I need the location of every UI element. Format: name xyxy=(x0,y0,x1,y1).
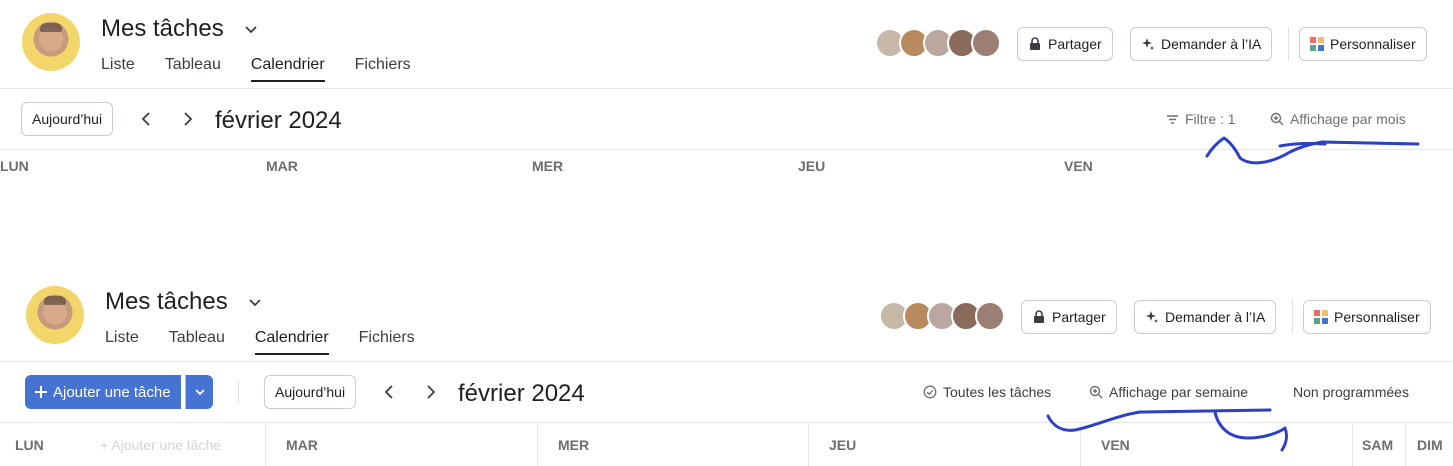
day-header: SAM xyxy=(1362,437,1394,453)
project-tabs: Liste Tableau Calendrier Fichiers xyxy=(105,329,415,355)
view-mode-label: Affichage par semaine xyxy=(1109,384,1249,400)
customize-button[interactable]: Personnaliser xyxy=(1303,300,1431,334)
check-circle-icon xyxy=(923,385,937,399)
day-header: MAR xyxy=(266,158,298,174)
day-header: LUN xyxy=(15,437,44,453)
day-header: MER xyxy=(558,437,590,453)
toolbar-divider xyxy=(238,381,239,403)
tab-fichiers[interactable]: Fichiers xyxy=(359,329,415,355)
day-header: JEU xyxy=(829,437,857,453)
project-tabs: Liste Tableau Calendrier Fichiers xyxy=(101,56,411,82)
column-divider xyxy=(1080,423,1081,466)
add-task-button[interactable]: Ajouter une tâche xyxy=(25,375,181,409)
customize-label: Personnaliser xyxy=(1330,36,1416,52)
header-divider xyxy=(1288,27,1289,61)
filter-label: Filtre : 1 xyxy=(1185,111,1236,127)
user-avatar[interactable] xyxy=(26,286,84,344)
tab-tableau[interactable]: Tableau xyxy=(165,56,221,82)
view-mode-button[interactable]: Affichage par semaine xyxy=(1089,384,1248,400)
today-button[interactable]: Aujourd’hui xyxy=(264,375,357,409)
sparkle-icon xyxy=(1146,311,1158,323)
tab-fichiers[interactable]: Fichiers xyxy=(355,56,411,82)
zoom-icon xyxy=(1089,385,1103,399)
add-task-dropdown[interactable] xyxy=(185,375,213,409)
plus-icon: + xyxy=(100,437,112,453)
toolbar-divider-line xyxy=(0,149,1453,150)
chevron-down-icon[interactable] xyxy=(247,294,263,310)
day-header: VEN xyxy=(1064,158,1093,174)
column-divider xyxy=(808,423,809,466)
tab-liste[interactable]: Liste xyxy=(101,56,135,82)
add-task-placeholder[interactable]: + Ajouter une tâche xyxy=(100,437,221,453)
share-button[interactable]: Partager xyxy=(1021,300,1117,334)
project-title: Mes tâches xyxy=(105,288,228,315)
share-label: Partager xyxy=(1048,36,1102,52)
customize-label: Personnaliser xyxy=(1334,309,1420,325)
day-header: JEU xyxy=(798,158,826,174)
chevron-left-icon[interactable] xyxy=(137,109,157,129)
header-divider-line xyxy=(0,88,1453,89)
month-label: février 2024 xyxy=(458,380,585,407)
view-mode-button[interactable]: Affichage par mois xyxy=(1270,111,1406,127)
lock-icon xyxy=(1034,310,1044,323)
customize-grid-icon xyxy=(1314,310,1328,324)
chevron-down-icon xyxy=(194,389,205,396)
customize-grid-icon xyxy=(1310,37,1324,51)
filter-button[interactable]: Filtre : 1 xyxy=(1166,111,1236,127)
calendar-panel-week-view: Mes tâches Liste Tableau Calendrier Fich… xyxy=(0,273,1453,466)
header-divider-line xyxy=(0,361,1453,362)
month-label: février 2024 xyxy=(215,107,342,134)
ask-ai-label: Demander à l’IA xyxy=(1165,309,1266,325)
column-divider xyxy=(537,423,538,466)
avatar xyxy=(975,301,1005,331)
ask-ai-button[interactable]: Demander à l’IA xyxy=(1134,300,1277,334)
unscheduled-button[interactable]: Non programmées xyxy=(1293,384,1409,400)
lock-icon xyxy=(1030,37,1040,50)
member-avatars[interactable] xyxy=(875,28,1001,58)
day-header: MER xyxy=(532,158,564,174)
calendar-panel-month-view: Mes tâches Liste Tableau Calendrier Fich… xyxy=(0,0,1453,235)
day-header: MAR xyxy=(286,437,318,453)
tab-liste[interactable]: Liste xyxy=(105,329,139,355)
unscheduled-label: Non programmées xyxy=(1293,384,1409,400)
plus-icon xyxy=(35,386,47,398)
add-task-label: Ajouter une tâche xyxy=(53,383,171,401)
chevron-right-icon[interactable] xyxy=(420,382,440,402)
column-divider xyxy=(265,423,266,466)
column-divider xyxy=(1405,423,1406,466)
filter-icon xyxy=(1167,114,1178,124)
tab-calendrier[interactable]: Calendrier xyxy=(250,56,325,82)
chevron-left-icon[interactable] xyxy=(380,382,400,402)
zoom-icon xyxy=(1270,112,1284,126)
project-title: Mes tâches xyxy=(101,15,224,42)
day-header: VEN xyxy=(1101,437,1130,453)
avatar xyxy=(971,28,1001,58)
add-task-placeholder-label: Ajouter une tâche xyxy=(111,437,222,453)
header-divider xyxy=(1292,300,1293,334)
day-header: DIM xyxy=(1417,437,1443,453)
all-tasks-filter[interactable]: Toutes les tâches xyxy=(923,384,1051,400)
share-label: Partager xyxy=(1052,309,1106,325)
today-button[interactable]: Aujourd’hui xyxy=(21,102,114,136)
toolbar-divider-line xyxy=(0,422,1453,423)
ask-ai-label: Demander à l’IA xyxy=(1161,36,1262,52)
chevron-right-icon[interactable] xyxy=(177,109,197,129)
view-mode-label: Affichage par mois xyxy=(1290,111,1406,127)
member-avatars[interactable] xyxy=(879,301,1005,331)
sparkle-icon xyxy=(1142,38,1154,50)
tab-tableau[interactable]: Tableau xyxy=(169,329,225,355)
share-button[interactable]: Partager xyxy=(1017,27,1113,61)
day-header: LUN xyxy=(0,158,29,174)
chevron-down-icon[interactable] xyxy=(243,21,259,37)
customize-button[interactable]: Personnaliser xyxy=(1299,27,1427,61)
all-tasks-label: Toutes les tâches xyxy=(943,384,1052,400)
user-avatar[interactable] xyxy=(22,13,80,71)
tab-calendrier[interactable]: Calendrier xyxy=(254,329,329,355)
ask-ai-button[interactable]: Demander à l’IA xyxy=(1130,27,1273,61)
column-divider xyxy=(1352,423,1353,466)
